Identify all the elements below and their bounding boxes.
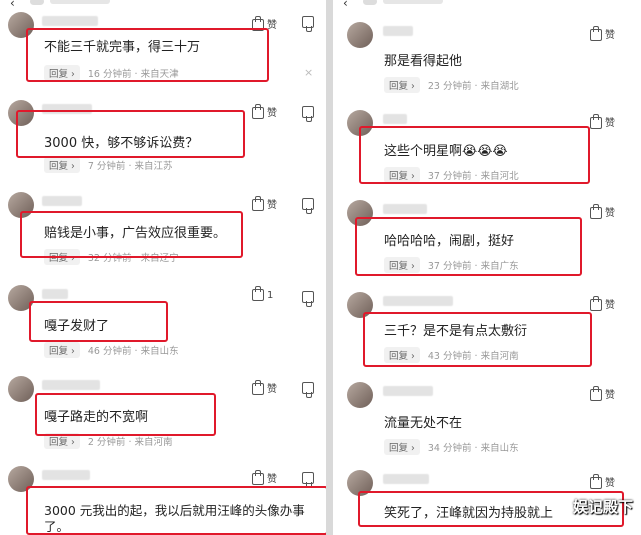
reply-button[interactable]: 回复 ›	[44, 157, 80, 173]
avatar	[30, 0, 44, 5]
thumbs-up-icon	[590, 26, 602, 41]
highlight-frame	[20, 211, 243, 258]
highlight-frame	[16, 110, 245, 158]
username-blurred[interactable]	[42, 380, 100, 390]
username-blurred[interactable]	[42, 196, 82, 206]
thumbs-down-icon[interactable]	[302, 198, 314, 214]
like-button[interactable]: 赞	[590, 114, 615, 129]
thumbs-up-icon	[252, 104, 264, 119]
username-blurred[interactable]	[383, 386, 433, 396]
username-blurred[interactable]	[383, 114, 407, 124]
back-arrow-icon[interactable]: ‹	[10, 0, 15, 10]
right-comment-panel: ‹ 赞 那是看得起他 回复 › 23 分钟前 · 来自湖北 赞 这些个明星啊😭😭😭…	[333, 0, 641, 535]
author-name-blurred	[383, 0, 443, 4]
like-button[interactable]: 赞	[590, 204, 615, 219]
username-blurred[interactable]	[383, 204, 427, 214]
like-button[interactable]: 赞	[252, 470, 277, 485]
highlight-frame	[26, 28, 269, 82]
highlight-frame	[359, 126, 590, 184]
comment-meta: 回复 › 46 分钟前 · 来自山东	[44, 342, 179, 358]
like-button[interactable]: 赞	[590, 474, 615, 489]
thumbs-up-icon	[252, 196, 264, 211]
thumbs-up-icon	[252, 380, 264, 395]
top-bar: ‹	[333, 0, 641, 10]
comment-text: 流量无处不在	[384, 416, 463, 431]
highlight-frame	[29, 301, 168, 342]
comment-meta: 回复 › 34 分钟前 · 来自山东	[384, 439, 519, 455]
thumbs-up-icon	[590, 386, 602, 401]
thumbs-down-icon[interactable]	[302, 291, 314, 307]
reply-button[interactable]: 回复 ›	[384, 77, 420, 93]
like-button[interactable]: 1	[252, 286, 273, 301]
avatar[interactable]	[347, 382, 373, 408]
comment-meta: 回复 › 23 分钟前 · 来自湖北	[384, 77, 519, 93]
highlight-frame	[35, 393, 216, 436]
comment-text: 那是看得起他	[384, 54, 463, 69]
close-icon[interactable]: ×	[304, 66, 313, 79]
thumbs-down-icon[interactable]	[302, 16, 314, 32]
highlight-frame	[26, 486, 326, 535]
highlight-frame	[363, 312, 592, 367]
like-button[interactable]: 赞	[252, 196, 277, 211]
thumbs-up-icon	[590, 114, 602, 129]
avatar	[363, 0, 377, 5]
left-comment-panel: ‹ 赞 不能三千就完事，得三十万 回复 › 16 分钟前 · 来自天津 × 赞 3…	[0, 0, 326, 535]
thumbs-up-icon	[590, 474, 602, 489]
like-button[interactable]: 赞	[252, 380, 277, 395]
username-blurred[interactable]	[42, 289, 68, 299]
username-blurred[interactable]	[383, 296, 453, 306]
like-button[interactable]: 赞	[252, 104, 277, 119]
thumbs-down-icon[interactable]	[302, 472, 314, 488]
avatar[interactable]	[8, 376, 34, 402]
like-button[interactable]: 赞	[590, 26, 615, 41]
username-blurred[interactable]	[383, 26, 413, 36]
highlight-frame	[355, 217, 582, 276]
thumbs-up-icon	[590, 204, 602, 219]
comment-meta: 回复 › 7 分钟前 · 来自江苏	[44, 157, 173, 173]
username-blurred[interactable]	[42, 470, 90, 480]
author-name-blurred	[50, 0, 110, 4]
thumbs-down-icon[interactable]	[302, 382, 314, 398]
thumbs-up-icon	[252, 470, 264, 485]
username-blurred[interactable]	[42, 16, 98, 26]
panel-divider	[326, 0, 333, 535]
watermark: 娱记殿下	[572, 498, 633, 516]
thumbs-up-icon	[252, 286, 264, 301]
reply-button[interactable]: 回复 ›	[384, 439, 420, 455]
back-arrow-icon[interactable]: ‹	[343, 0, 348, 10]
top-bar: ‹	[0, 0, 326, 10]
reply-button[interactable]: 回复 ›	[44, 342, 80, 358]
avatar[interactable]	[347, 22, 373, 48]
thumbs-down-icon[interactable]	[302, 106, 314, 122]
like-button[interactable]: 赞	[590, 386, 615, 401]
like-button[interactable]: 赞	[590, 296, 615, 311]
thumbs-up-icon	[590, 296, 602, 311]
username-blurred[interactable]	[383, 474, 429, 484]
